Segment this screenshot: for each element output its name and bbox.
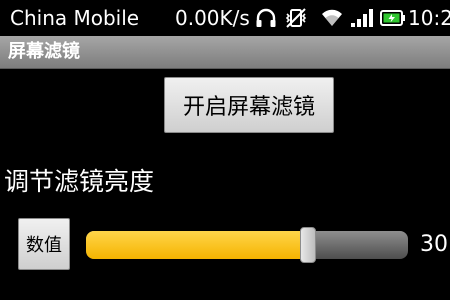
value-button[interactable]: 数值 [18,218,70,270]
action-bar-title: 屏幕滤镜 [8,41,80,62]
enable-filter-button[interactable]: 开启屏幕滤镜 [164,77,334,133]
screen: China Mobile 0.00K/s 10:2 屏幕滤镜 开启屏幕滤镜 调节… [0,0,450,300]
status-bar: China Mobile 0.00K/s 10:2 [0,0,450,36]
carrier-name: China Mobile [10,6,140,30]
network-speed: 0.00K/s [175,6,250,30]
battery-charging-icon [380,10,405,26]
wifi-icon [322,9,342,27]
clock: 10:25 [408,6,450,30]
brightness-slider[interactable] [86,227,408,263]
headphones-icon [256,8,276,27]
signal-icon [351,9,373,27]
slider-fill [86,231,309,259]
vibrate-muted-icon [285,8,307,28]
action-bar: 屏幕滤镜 [0,36,450,69]
brightness-label: 调节滤镜亮度 [4,167,155,196]
slider-value-text: 30. [420,232,450,257]
slider-thumb[interactable] [300,227,317,263]
